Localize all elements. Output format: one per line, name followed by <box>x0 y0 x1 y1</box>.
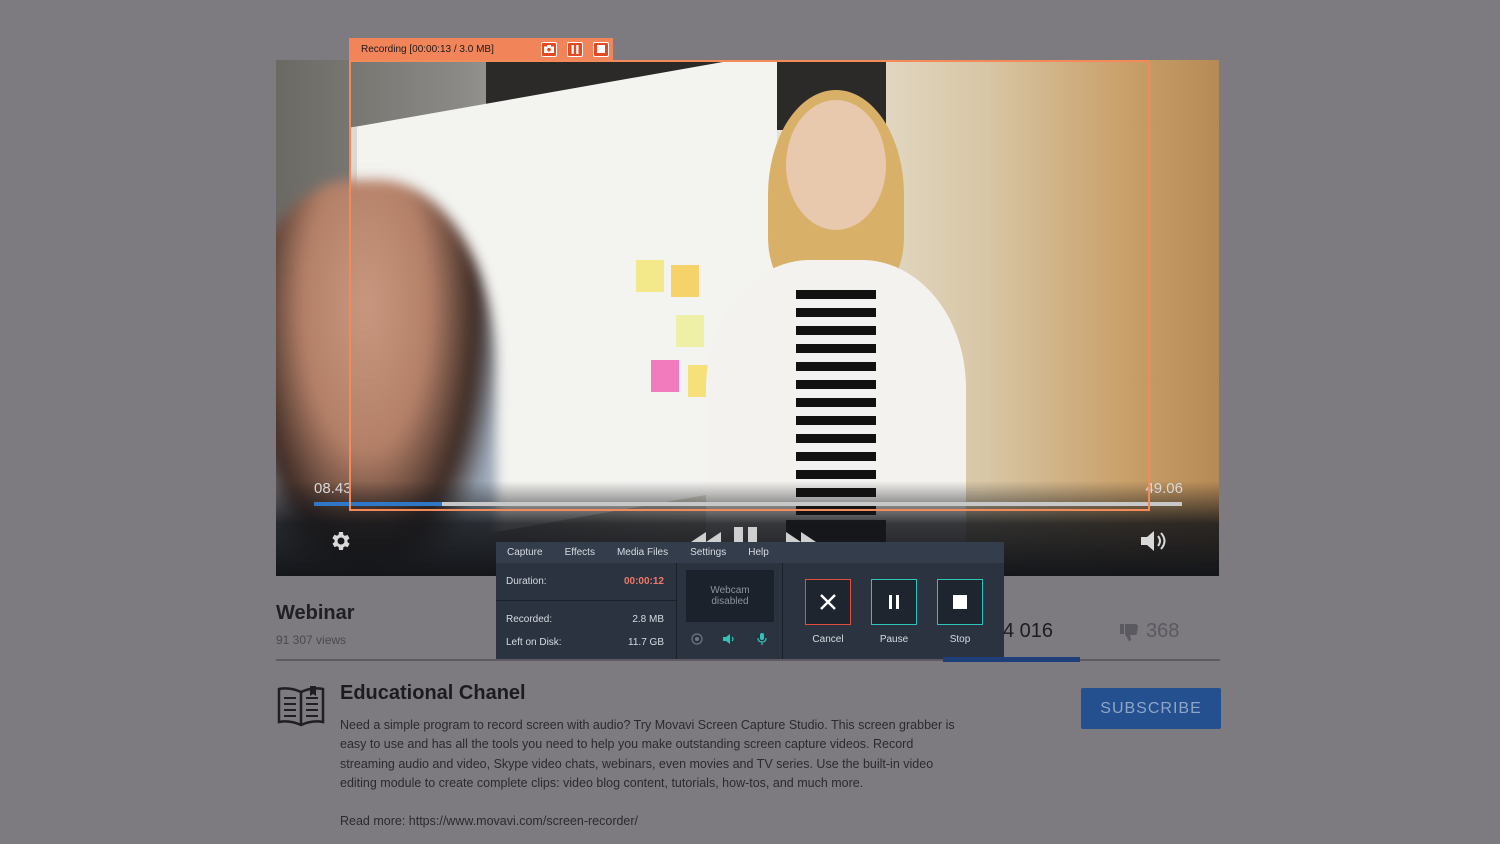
recorder-panel: Capture Effects Media Files Settings Hel… <box>496 542 1004 659</box>
stop-icon <box>953 595 967 609</box>
system-audio-icon[interactable] <box>721 631 737 647</box>
pause-button[interactable] <box>871 579 917 625</box>
duration-value: 00:00:12 <box>623 576 664 587</box>
thumbs-down-icon <box>1120 623 1138 641</box>
recording-stats: Duration: 00:00:12 Recorded: 2.8 MB Left… <box>496 563 677 659</box>
video-title: Webinar <box>276 602 355 624</box>
close-icon <box>820 594 836 610</box>
recorded-label: Recorded: <box>506 614 553 625</box>
menu-capture[interactable]: Capture <box>496 547 554 558</box>
volume-icon[interactable] <box>1139 529 1171 553</box>
stop-icon[interactable] <box>593 41 609 57</box>
channel-name[interactable]: Educational Chanel <box>340 682 526 705</box>
disk-label: Left on Disk: <box>506 637 562 648</box>
channel-description: Need a simple program to record screen w… <box>340 718 955 790</box>
time-elapsed: 08.43 <box>314 480 352 497</box>
menu-settings[interactable]: Settings <box>679 547 737 558</box>
cancel-label: Cancel <box>812 634 844 645</box>
time-total: 49.06 <box>1145 480 1183 497</box>
webcam-preview: Webcam disabled <box>686 570 774 622</box>
like-count[interactable]: 4 016 <box>1003 620 1053 643</box>
cancel-button[interactable] <box>805 579 851 625</box>
dislike-button[interactable]: 368 <box>1120 620 1179 643</box>
stop-label: Stop <box>949 634 971 645</box>
dislike-count: 368 <box>1146 620 1180 642</box>
subscribe-button[interactable]: SUBSCRIBE <box>1081 688 1221 729</box>
like-ratio-bar <box>943 657 1080 662</box>
recorded-value: 2.8 MB <box>632 614 664 625</box>
open-book-icon <box>276 684 326 728</box>
pause-label: Pause <box>879 634 909 645</box>
recorder-actions: Cancel Pause Stop <box>783 563 1004 659</box>
gear-icon[interactable] <box>328 529 352 553</box>
disk-value: 11.7 GB <box>628 637 664 648</box>
menu-help[interactable]: Help <box>737 547 780 558</box>
menu-effects[interactable]: Effects <box>554 547 606 558</box>
view-count: 91 307 views <box>276 633 347 647</box>
stop-button[interactable] <box>937 579 983 625</box>
recorder-menu: Capture Effects Media Files Settings Hel… <box>496 542 1004 563</box>
pause-icon <box>889 595 899 609</box>
recording-toolbar: Recording [00:00:13 / 3.0 MB] <box>349 38 613 60</box>
read-more-link[interactable]: Read more: https://www.movavi.com/screen… <box>340 814 638 828</box>
microphone-icon[interactable] <box>754 631 770 647</box>
menu-media-files[interactable]: Media Files <box>606 547 679 558</box>
webcam-text-line1: Webcam <box>710 585 750 596</box>
duration-label: Duration: <box>506 576 547 587</box>
recording-status: Recording [00:00:13 / 3.0 MB] <box>361 43 494 55</box>
webcam-section: Webcam disabled <box>677 563 783 659</box>
webcam-text-line2: disabled <box>711 596 749 607</box>
screenshot-camera-icon[interactable] <box>541 41 557 57</box>
pause-icon[interactable] <box>567 41 583 57</box>
capture-area-frame[interactable] <box>349 60 1150 511</box>
webcam-icon[interactable] <box>689 631 705 647</box>
